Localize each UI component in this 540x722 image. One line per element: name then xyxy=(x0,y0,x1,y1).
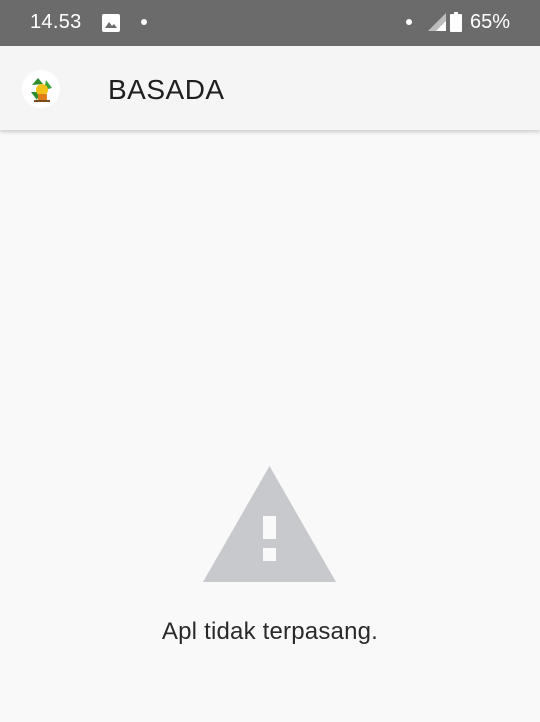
main-content: Apl tidak terpasang. xyxy=(0,130,540,722)
notification-dot-icon xyxy=(406,19,412,25)
image-icon xyxy=(102,14,120,32)
app-bar: BASADA xyxy=(0,46,540,130)
recycle-logo-icon[interactable] xyxy=(22,70,60,108)
error-message: Apl tidak terpasang. xyxy=(161,618,379,645)
status-bar: 14.53 65% xyxy=(0,0,540,46)
screen: 14.53 65% BASADA Apl tidak terpasang. xyxy=(0,0,540,722)
cell-signal-icon xyxy=(428,13,446,31)
battery-percentage: 65% xyxy=(470,11,511,33)
warning-triangle-icon xyxy=(203,466,336,582)
app-title: BASADA xyxy=(108,74,225,105)
notification-dot-icon xyxy=(141,19,147,25)
battery-icon xyxy=(450,12,462,32)
status-time: 14.53 xyxy=(30,11,82,33)
